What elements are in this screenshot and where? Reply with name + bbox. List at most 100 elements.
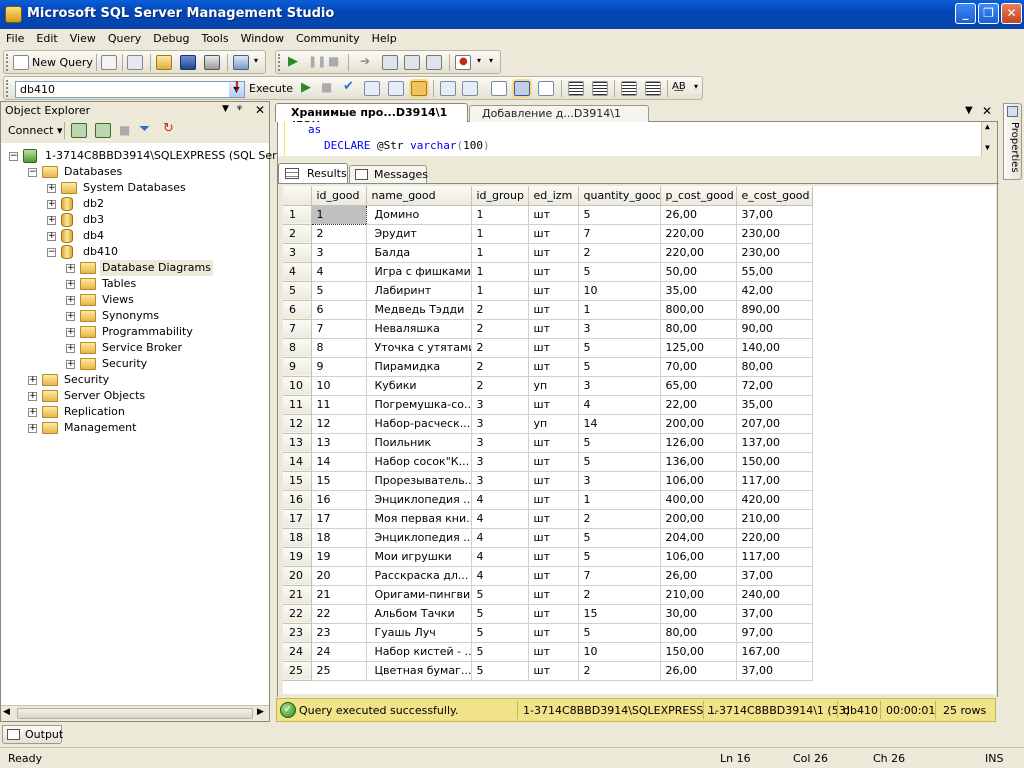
table-cell[interactable]: 4 xyxy=(471,490,529,510)
table-cell[interactable]: 26,00 xyxy=(660,205,737,225)
table-row[interactable]: 5 5 Лабиринт 1 шт 10 35,00 42,00 xyxy=(283,281,813,301)
column-header-id-group[interactable]: id_group xyxy=(471,186,529,206)
table-cell[interactable]: 3 xyxy=(471,414,529,434)
row-number[interactable]: 8 xyxy=(283,338,312,358)
client-statistics-icon[interactable] xyxy=(462,81,478,96)
table-cell[interactable]: 37,00 xyxy=(736,205,813,225)
table-cell[interactable]: 5 xyxy=(578,528,661,548)
row-number[interactable]: 25 xyxy=(283,661,312,681)
table-cell[interactable]: 2 xyxy=(471,338,529,358)
table-cell[interactable]: Эрудит xyxy=(366,224,472,244)
table-cell[interactable]: Прорезыватель... xyxy=(366,471,472,491)
table-cell[interactable]: шт xyxy=(528,433,579,453)
table-cell[interactable]: 72,00 xyxy=(736,376,813,396)
table-cell[interactable]: 5 xyxy=(578,547,661,567)
table-cell[interactable]: 11 xyxy=(311,395,367,415)
table-cell[interactable]: Игра с фишками xyxy=(366,262,472,282)
table-cell[interactable]: уп xyxy=(528,414,579,434)
table-row[interactable]: 2 2 Эрудит 1 шт 7 220,00 230,00 xyxy=(283,224,813,244)
table-cell[interactable]: 3 xyxy=(471,433,529,453)
table-cell[interactable]: 37,00 xyxy=(736,604,813,624)
table-cell[interactable]: 37,00 xyxy=(736,566,813,586)
close-tab-icon[interactable]: ✕ xyxy=(982,104,992,118)
row-number[interactable]: 11 xyxy=(283,395,312,415)
table-row[interactable]: 23 23 Гуашь Луч 5 шт 5 80,00 97,00 xyxy=(283,623,813,643)
table-cell[interactable]: шт xyxy=(528,319,579,339)
table-cell[interactable]: Лабиринт xyxy=(366,281,472,301)
table-row[interactable]: 3 3 Балда 1 шт 2 220,00 230,00 xyxy=(283,243,813,263)
table-cell[interactable]: 35,00 xyxy=(736,395,813,415)
table-cell[interactable]: 3 xyxy=(578,471,661,491)
specify-template-values-icon[interactable]: A͟B xyxy=(672,81,686,92)
table-cell[interactable]: 4 xyxy=(311,262,367,282)
new-query-button[interactable]: New Query xyxy=(32,56,93,69)
grid-corner[interactable] xyxy=(283,186,312,206)
table-cell[interactable]: 18 xyxy=(311,528,367,548)
table-row[interactable]: 6 6 Медведь Тэдди 2 шт 1 800,00 890,00 xyxy=(283,300,813,320)
expand-icon[interactable]: + xyxy=(66,344,75,353)
table-cell[interactable]: 90,00 xyxy=(736,319,813,339)
table-cell[interactable]: шт xyxy=(528,604,579,624)
minimize-button[interactable]: _ xyxy=(955,3,976,24)
table-cell[interactable]: 7 xyxy=(311,319,367,339)
table-cell[interactable]: шт xyxy=(528,528,579,548)
table-cell[interactable]: 5 xyxy=(578,623,661,643)
save-icon[interactable] xyxy=(180,55,196,70)
connect-object-explorer-icon[interactable] xyxy=(71,123,87,138)
table-cell[interactable]: Неваляшка xyxy=(366,319,472,339)
table-cell[interactable]: 4 xyxy=(471,547,529,567)
new-file-icon[interactable] xyxy=(101,55,117,70)
table-cell[interactable]: 220,00 xyxy=(660,224,737,244)
table-row[interactable]: 16 16 Энциклопедия ... 4 шт 1 400,00 420,00 xyxy=(283,490,813,510)
expand-icon[interactable]: + xyxy=(66,296,75,305)
table-cell[interactable]: 126,00 xyxy=(660,433,737,453)
table-cell[interactable]: 210,00 xyxy=(736,509,813,529)
step-over-icon[interactable] xyxy=(404,55,420,70)
table-row[interactable]: 15 15 Прорезыватель... 3 шт 3 106,00 117,00 xyxy=(283,471,813,491)
scroll-left-icon[interactable]: ◀ xyxy=(3,707,10,717)
row-number[interactable]: 16 xyxy=(283,490,312,510)
table-cell[interactable]: 2 xyxy=(578,509,661,529)
table-row[interactable]: 22 22 Альбом Тачки 5 шт 15 30,00 37,00 xyxy=(283,604,813,624)
table-cell[interactable]: шт xyxy=(528,224,579,244)
table-cell[interactable]: Набор кистей - ... xyxy=(366,642,472,662)
column-header-id-good[interactable]: id_good xyxy=(311,186,367,206)
table-cell[interactable]: 1 xyxy=(578,490,661,510)
table-cell[interactable]: 5 xyxy=(471,585,529,605)
table-cell[interactable]: 220,00 xyxy=(736,528,813,548)
row-number[interactable]: 19 xyxy=(283,547,312,567)
table-cell[interactable]: 2 xyxy=(471,300,529,320)
display-estimated-plan-icon[interactable] xyxy=(364,81,380,96)
table-row[interactable]: 25 25 Цветная бумаг... 5 шт 2 26,00 37,00 xyxy=(283,661,813,681)
table-cell[interactable]: 1 xyxy=(310,204,367,225)
row-number[interactable]: 23 xyxy=(283,623,312,643)
expand-icon[interactable]: + xyxy=(66,328,75,337)
table-cell[interactable]: 3 xyxy=(311,243,367,263)
table-cell[interactable]: 150,00 xyxy=(736,452,813,472)
table-cell[interactable]: Поильник xyxy=(366,433,472,453)
table-cell[interactable]: шт xyxy=(528,262,579,282)
row-number[interactable]: 24 xyxy=(283,642,312,662)
table-cell[interactable]: Набор-расческ... xyxy=(366,414,472,434)
row-number[interactable]: 14 xyxy=(283,452,312,472)
table-cell[interactable]: 2 xyxy=(311,224,367,244)
table-cell[interactable]: 2 xyxy=(578,585,661,605)
table-cell[interactable]: 167,00 xyxy=(736,642,813,662)
expand-icon[interactable]: + xyxy=(47,216,56,225)
step-out-icon[interactable] xyxy=(426,55,442,70)
row-number[interactable]: 2 xyxy=(283,224,312,244)
table-cell[interactable]: 3 xyxy=(471,471,529,491)
toolbar-overflow-icon[interactable]: ▾ xyxy=(489,56,493,65)
table-cell[interactable]: 22 xyxy=(311,604,367,624)
table-row[interactable]: 9 9 Пирамидка 2 шт 5 70,00 80,00 xyxy=(283,357,813,377)
table-cell[interactable]: 5 xyxy=(471,604,529,624)
menu-view[interactable]: View xyxy=(64,29,102,45)
table-cell[interactable]: 21 xyxy=(311,585,367,605)
table-row[interactable]: 18 18 Энциклопедия ... 4 шт 5 204,00 220,00 xyxy=(283,528,813,548)
table-cell[interactable]: 5 xyxy=(578,433,661,453)
table-cell[interactable]: 26,00 xyxy=(660,566,737,586)
table-cell[interactable]: 42,00 xyxy=(736,281,813,301)
table-cell[interactable]: шт xyxy=(528,281,579,301)
table-cell[interactable]: 230,00 xyxy=(736,243,813,263)
table-cell[interactable]: 3 xyxy=(578,376,661,396)
